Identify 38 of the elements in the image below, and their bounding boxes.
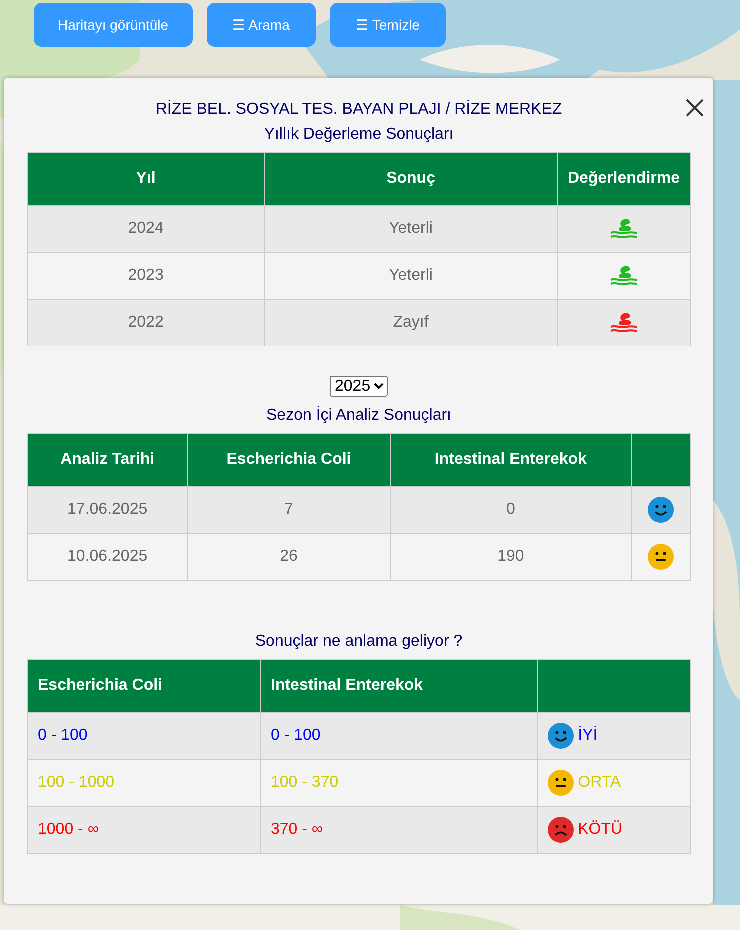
dialog-title: RİZE BEL. SOSYAL TES. BAYAN PLAJI / RİZE MERKEZ (154, 99, 564, 120)
table-cell: 26 (188, 534, 390, 580)
table-cell: Yeterli (264, 206, 558, 252)
rating-label: KÖTÜ (578, 821, 623, 839)
close-icon[interactable] (685, 98, 705, 118)
section-heading: Yıllık Değerleme Sonuçları (263, 125, 455, 145)
column-header: Analiz Tarihi (28, 434, 188, 486)
table-cell: 7 (188, 486, 390, 534)
table-cell: 17.06.2025 (28, 486, 188, 534)
table-cell: 2024 (28, 206, 265, 252)
toolbar-button[interactable]: ☰ Arama (206, 3, 316, 47)
table-cell: 190 (390, 534, 632, 580)
section-heading: Sonuçlar ne anlama geliyor ? (254, 632, 464, 652)
rating-label: ORTA (578, 774, 622, 792)
column-header: Intestinal Enterekok (390, 434, 632, 486)
year-select[interactable]: 2025 (330, 376, 388, 397)
column-header: Değerlendirme (557, 152, 690, 206)
table-cell: 100 - 370 (260, 760, 538, 806)
table-cell: 1000 - ∞ (28, 806, 260, 854)
rating-label: İYİ (578, 727, 598, 745)
column-header: Yıl (28, 152, 265, 206)
table-cell: Yeterli (264, 252, 558, 300)
table-cell: 100 - 1000 (28, 760, 260, 806)
column-header: Escherichia Coli (28, 660, 260, 712)
table-cell: 2023 (28, 252, 265, 300)
section-heading: Sezon İçi Analiz Sonuçları (266, 405, 452, 426)
column-header: Escherichia Coli (188, 434, 390, 486)
toolbar-button[interactable]: ☰ Temizle (330, 3, 446, 47)
table-cell: 10.06.2025 (28, 534, 188, 580)
toolbar-button[interactable]: Haritayı görüntüle (34, 3, 193, 47)
table-cell: 2022 (28, 300, 265, 346)
table-cell: 0 (390, 486, 632, 534)
column-header: Sonuç (264, 152, 558, 206)
table-cell: 0 - 100 (28, 712, 260, 760)
table-cell: 0 - 100 (260, 712, 538, 760)
column-header: Intestinal Enterekok (260, 660, 538, 712)
table-cell: 370 - ∞ (260, 806, 538, 854)
table-cell: Zayıf (264, 300, 558, 346)
